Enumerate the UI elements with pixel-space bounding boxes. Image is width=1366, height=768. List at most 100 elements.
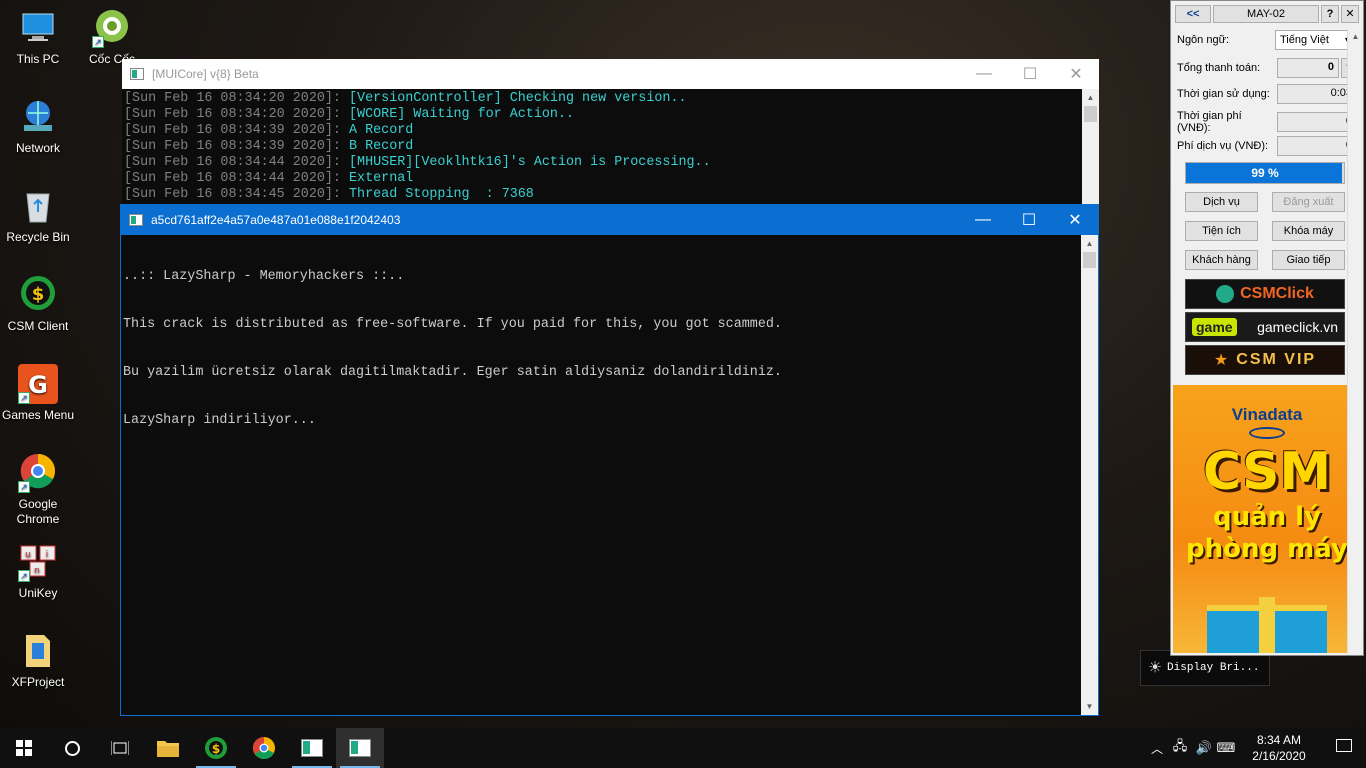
- csm-client-panel[interactable]: << MAY-02 ? ✕ Ngôn ngữ: Tiếng Việt ▼ Tổn…: [1170, 0, 1364, 656]
- desktop-icon-recycle-bin[interactable]: Recycle Bin: [0, 186, 76, 245]
- taskbar-console-lazysharp[interactable]: [336, 728, 384, 768]
- maximize-button[interactable]: ☐: [1006, 205, 1052, 235]
- desktop-icon-label: XFProject: [11, 675, 65, 689]
- ad-headline: CSM: [1202, 442, 1332, 502]
- window-title: [MUICore] v{8} Beta: [152, 67, 259, 81]
- session-progress-bar: 99 %: [1185, 162, 1345, 184]
- windows-logo-icon: [16, 740, 32, 756]
- desktop-icon-google-chrome[interactable]: ↗ Google Chrome: [0, 453, 76, 527]
- vertical-scrollbar[interactable]: ▲ ▼: [1081, 235, 1098, 715]
- desktop-icon-label: UniKey: [18, 586, 58, 600]
- games-menu-icon: G ↗: [18, 364, 58, 404]
- time-fee-value: 0: [1277, 112, 1357, 132]
- desktop-icon-games-menu[interactable]: G ↗ Games Menu: [0, 364, 76, 423]
- computer-icon: [18, 8, 58, 48]
- muicore-console-window[interactable]: [MUICore] v{8} Beta — ☐ ✕ [Sun Feb 16 08…: [122, 59, 1099, 204]
- console-timestamp: [Sun Feb 16 08:34:39 2020]:: [124, 123, 341, 138]
- total-payment-label: Tổng thanh toán:: [1177, 62, 1261, 74]
- network-icon: [18, 97, 58, 137]
- shortcut-arrow-icon: ↗: [18, 392, 30, 404]
- shortcut-arrow-icon: ↗: [18, 570, 30, 582]
- console-message: External: [349, 171, 414, 186]
- console-timestamp: [Sun Feb 16 08:34:20 2020]:: [124, 91, 341, 106]
- logout-button[interactable]: Đăng xuất: [1272, 192, 1345, 212]
- tray-chevron-up-icon[interactable]: ︿: [1146, 740, 1168, 757]
- gameclick-banner[interactable]: game gameclick.vn: [1185, 312, 1345, 342]
- desktop-icon-xfproject[interactable]: XFProject: [0, 631, 76, 690]
- close-button[interactable]: ✕: [1053, 59, 1099, 89]
- vertical-scrollbar[interactable]: ▲: [1082, 89, 1099, 204]
- input-method-icon[interactable]: ⌨: [1216, 740, 1236, 756]
- minimize-button[interactable]: —: [960, 205, 1006, 235]
- search-button[interactable]: [48, 728, 96, 768]
- clock-date: 2/16/2020: [1252, 749, 1306, 763]
- console-output: ..:: LazySharp - Memoryhackers ::.. This…: [121, 235, 1081, 715]
- start-button[interactable]: [0, 728, 48, 768]
- scroll-thumb[interactable]: [1083, 252, 1096, 268]
- desktop-icon-unikey[interactable]: u in ↗ UniKey: [0, 542, 76, 601]
- display-brightness-label: Display Bri...: [1167, 662, 1260, 674]
- close-button[interactable]: ✕: [1341, 5, 1359, 23]
- csmclick-banner[interactable]: CSMClick: [1185, 279, 1345, 309]
- task-view-button[interactable]: [96, 728, 144, 768]
- service-button[interactable]: Dịch vụ: [1185, 192, 1258, 212]
- desktop-icon-csm-client[interactable]: $ CSM Client: [0, 275, 76, 334]
- search-circle-icon: [64, 740, 80, 756]
- ad-globe-icon: [1249, 427, 1285, 439]
- collapse-back-button[interactable]: <<: [1175, 5, 1211, 23]
- chrome-icon: [253, 737, 275, 759]
- scroll-up-arrow-icon[interactable]: ▲: [1348, 29, 1363, 45]
- help-button[interactable]: ?: [1321, 5, 1339, 23]
- taskbar-file-explorer[interactable]: [144, 728, 192, 768]
- console-line: [Sun Feb 16 08:34:39 2020]: B Record: [124, 139, 1080, 155]
- window-titlebar[interactable]: a5cd761aff2e4a57a0e487a01e088e1f2042403 …: [121, 205, 1098, 235]
- desktop-icon-label: Google Chrome: [16, 497, 60, 526]
- panel-scrollbar[interactable]: ▲: [1347, 29, 1363, 655]
- maximize-button[interactable]: ☐: [1007, 59, 1053, 89]
- taskbar-console-muicore[interactable]: [288, 728, 336, 768]
- lock-machine-button[interactable]: Khóa máy: [1272, 221, 1345, 241]
- console-line: Bu yazilim ücretsiz olarak dagitilmaktad…: [123, 365, 782, 380]
- console-line: [Sun Feb 16 08:34:39 2020]: A Record: [124, 123, 1080, 139]
- brightness-icon: ☀: [1149, 658, 1162, 681]
- scroll-up-arrow-icon[interactable]: ▲: [1082, 89, 1099, 106]
- gift-box-icon: [1207, 597, 1327, 653]
- gameclick-text: gameclick.vn: [1257, 319, 1338, 335]
- console-app-icon: [129, 214, 143, 226]
- ad-line1: quản lý: [1212, 502, 1322, 532]
- chrome-icon: ↗: [18, 453, 58, 493]
- scroll-thumb[interactable]: [1084, 106, 1097, 122]
- console-line: [Sun Feb 16 08:34:20 2020]: [WCORE] Wait…: [124, 107, 1080, 123]
- close-button[interactable]: ✕: [1052, 205, 1098, 235]
- window-titlebar[interactable]: [MUICore] v{8} Beta — ☐ ✕: [122, 59, 1099, 89]
- console-app-icon: [349, 739, 371, 757]
- csm-vip-text: CSM VIP: [1236, 351, 1317, 368]
- taskbar-chrome[interactable]: [240, 728, 288, 768]
- console-line: [Sun Feb 16 08:34:44 2020]: [MHUSER][Veo…: [124, 155, 1080, 171]
- desktop-icon-label: CSM Client: [7, 319, 69, 333]
- clock[interactable]: 8:34 AM 2/16/2020: [1236, 732, 1322, 764]
- progress-text: 99 %: [1251, 166, 1279, 180]
- customer-button[interactable]: Khách hàng: [1185, 250, 1258, 270]
- desktop-icon-network[interactable]: Network: [0, 97, 76, 156]
- time-fee-label: Thời gian phí (VNĐ):: [1177, 110, 1242, 134]
- scroll-up-arrow-icon[interactable]: ▲: [1081, 235, 1098, 252]
- vinadata-ad[interactable]: Vinadata CSM quản lý phòng máy: [1173, 385, 1361, 653]
- svg-text:G: G: [28, 371, 48, 399]
- handover-button[interactable]: Giao tiếp: [1272, 250, 1345, 270]
- console-line: LazySharp indiriliyor...: [123, 413, 316, 428]
- network-tray-icon[interactable]: 🖧: [1168, 737, 1192, 759]
- console-timestamp: [Sun Feb 16 08:34:44 2020]:: [124, 171, 341, 186]
- language-select[interactable]: Tiếng Việt ▼: [1275, 30, 1357, 50]
- console-message: A Record: [349, 123, 414, 138]
- utilities-button[interactable]: Tiện ích: [1185, 221, 1258, 241]
- lazysharp-console-window[interactable]: a5cd761aff2e4a57a0e487a01e088e1f2042403 …: [120, 204, 1099, 716]
- minimize-button[interactable]: —: [961, 59, 1007, 89]
- csm-vip-banner[interactable]: ★ CSM VIP: [1185, 345, 1345, 375]
- scroll-down-arrow-icon[interactable]: ▼: [1081, 698, 1098, 715]
- desktop-icon-this-pc[interactable]: This PC: [0, 8, 76, 67]
- taskbar-csm-client[interactable]: $: [192, 728, 240, 768]
- action-center-button[interactable]: [1322, 739, 1366, 757]
- console-line: This crack is distributed as free-softwa…: [123, 317, 782, 332]
- volume-icon[interactable]: 🔊: [1192, 740, 1216, 756]
